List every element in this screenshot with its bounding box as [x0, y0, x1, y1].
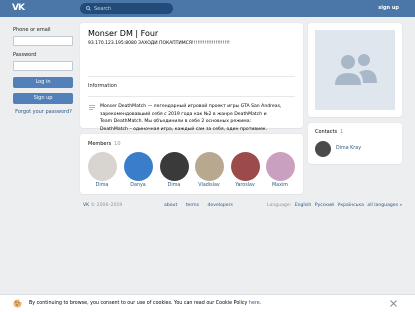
- group-photo-card: [308, 23, 402, 117]
- forgot-password-link[interactable]: Forgot your password?: [13, 109, 74, 115]
- search-box[interactable]: [80, 3, 173, 14]
- member-name[interactable]: Dima: [84, 183, 120, 188]
- language-ukrainian[interactable]: Українська: [338, 203, 364, 208]
- login-panel: Phone or email Password Log in Sign up F…: [13, 27, 74, 115]
- cookie-period: .: [259, 301, 262, 306]
- all-languages-link[interactable]: all languages »: [367, 203, 402, 208]
- search-icon: [86, 6, 91, 11]
- language-label: Language:: [267, 203, 292, 208]
- contact-name[interactable]: Dima Kray: [336, 146, 361, 151]
- member-avatar[interactable]: [194, 152, 224, 181]
- contact-avatar[interactable]: [315, 141, 331, 157]
- contacts-card: Contacts 1 Dima Kray: [308, 123, 402, 164]
- page-footer: VK © 2006–2019 about terms developers La…: [83, 203, 403, 211]
- member-name[interactable]: Yaroslav: [227, 183, 263, 188]
- contacts-count: 1: [340, 129, 344, 135]
- member-item[interactable]: Vladislav: [191, 152, 227, 188]
- member-avatar[interactable]: [265, 152, 295, 181]
- member-avatar[interactable]: [159, 152, 189, 181]
- divider: [88, 76, 295, 77]
- signup-button[interactable]: Sign up: [13, 93, 73, 104]
- contacts-label: Contacts: [315, 129, 338, 135]
- page-title: Monser DM | Four: [88, 29, 159, 38]
- divider: [88, 96, 295, 97]
- close-icon[interactable]: [390, 300, 397, 307]
- top-bar: VK sign up: [0, 0, 415, 17]
- member-item[interactable]: Dima: [156, 152, 192, 188]
- language-selector: Language: English Русский Українська all…: [267, 203, 402, 208]
- member-name[interactable]: Dima: [156, 183, 192, 188]
- group-avatar-placeholder[interactable]: [315, 30, 395, 110]
- cookie-banner: By continuing to browse, you consent to …: [0, 294, 415, 312]
- vk-logo[interactable]: VK: [12, 3, 28, 14]
- members-heading[interactable]: Members 10: [88, 141, 121, 147]
- phone-email-field[interactable]: [13, 36, 73, 46]
- member-item[interactable]: Dima: [84, 152, 120, 188]
- search-input[interactable]: [94, 3, 170, 14]
- description-line: Monser DeathMatch — легендарный игровой …: [100, 104, 282, 109]
- member-name[interactable]: Vladislav: [191, 183, 227, 188]
- member-item[interactable]: Maxim: [262, 152, 298, 188]
- member-item[interactable]: Danya: [120, 152, 156, 188]
- member-avatar[interactable]: [87, 152, 117, 181]
- copyright: VK © 2006–2019: [83, 203, 122, 208]
- profile-card: Monser DM | Four 93.170.123.195:8080 ЗАХ…: [80, 23, 303, 139]
- members-label: Members: [88, 141, 112, 147]
- language-russian[interactable]: Русский: [315, 203, 334, 208]
- phone-label: Phone or email: [13, 27, 51, 33]
- password-label: Password: [13, 52, 37, 58]
- language-english[interactable]: English: [295, 203, 312, 208]
- cookie-icon: [13, 299, 22, 308]
- cookie-text: By continuing to browse, you consent to …: [29, 301, 261, 306]
- footer-links: about terms developers: [164, 203, 240, 208]
- header-signup-link[interactable]: sign up: [378, 5, 399, 11]
- members-card: Members 10 Dima Danya Dima Vladislav Yaro…: [80, 134, 303, 194]
- contacts-heading[interactable]: Contacts 1: [315, 129, 343, 135]
- member-avatar[interactable]: [123, 152, 153, 181]
- footer-link-terms[interactable]: terms: [186, 203, 199, 208]
- member-name[interactable]: Danya: [120, 183, 156, 188]
- community-icon: [335, 54, 377, 85]
- member-avatar[interactable]: [230, 152, 260, 181]
- info-lines-icon: [89, 105, 95, 110]
- password-field[interactable]: [13, 61, 73, 71]
- footer-link-about[interactable]: about: [164, 203, 177, 208]
- cookie-message: By continuing to browse, you consent to …: [29, 301, 249, 306]
- description-line: Team DeathMatch. Мы объединили в себе 2 …: [100, 119, 252, 124]
- information-heading: Information: [88, 83, 117, 89]
- footer-vk-link[interactable]: VK: [83, 203, 89, 208]
- footer-link-developers[interactable]: developers: [208, 203, 233, 208]
- cookie-policy-link[interactable]: here: [249, 301, 260, 306]
- members-count: 10: [114, 141, 121, 147]
- member-item[interactable]: Yaroslav: [227, 152, 263, 188]
- login-button[interactable]: Log in: [13, 77, 73, 88]
- profile-status: 93.170.123.195:8080 ЗАХОДИ ПОКАПТИМСЯ!!!…: [88, 41, 230, 46]
- copyright-text: © 2006–2019: [90, 203, 123, 208]
- member-name[interactable]: Maxim: [262, 183, 298, 188]
- description-line: DeathMatch – одиночная игра, каждый сам …: [100, 126, 268, 132]
- description-line: зарекомендовавший себя с 2019 года как №…: [100, 111, 267, 117]
